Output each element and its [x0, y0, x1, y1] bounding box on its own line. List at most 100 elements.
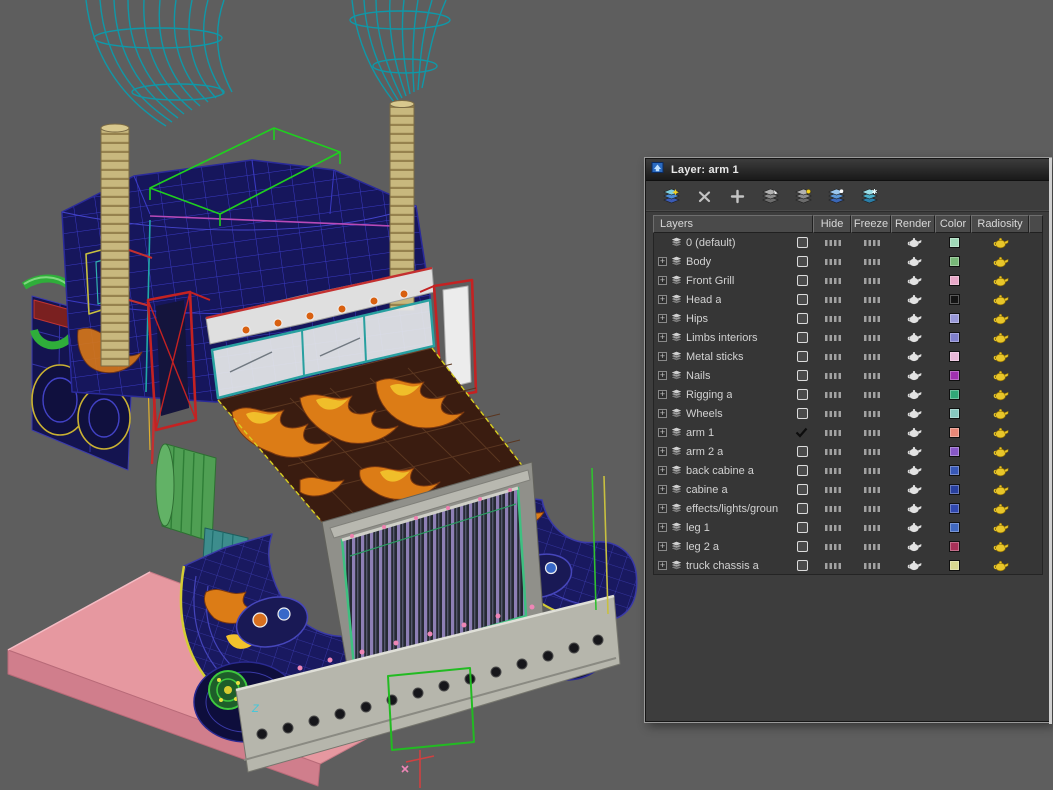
current-layer-toggle[interactable] [797, 484, 808, 495]
current-layer-toggle[interactable] [797, 294, 808, 305]
freeze-toggle[interactable] [852, 385, 892, 404]
radiosity-toggle[interactable] [972, 290, 1030, 309]
freeze-toggle[interactable] [852, 537, 892, 556]
color-swatch[interactable] [936, 271, 972, 290]
color-swatch[interactable] [936, 309, 972, 328]
current-layer-toggle[interactable] [797, 275, 808, 286]
color-swatch[interactable] [936, 442, 972, 461]
layer-row[interactable]: + arm 1 [654, 423, 1042, 442]
layer-row[interactable]: + Limbs interiors [654, 328, 1042, 347]
hide-toggle[interactable] [814, 328, 852, 347]
layer-row[interactable]: + Metal sticks [654, 347, 1042, 366]
color-swatch[interactable] [936, 499, 972, 518]
hide-unhide-all-layers-button[interactable] [823, 184, 850, 209]
radiosity-toggle[interactable] [972, 347, 1030, 366]
column-header-color[interactable]: Color [935, 215, 971, 233]
layer-name[interactable]: Rigging a [686, 389, 732, 401]
radiosity-toggle[interactable] [972, 328, 1030, 347]
hide-toggle[interactable] [814, 347, 852, 366]
freeze-toggle[interactable] [852, 423, 892, 442]
layer-row[interactable]: + cabine a [654, 480, 1042, 499]
expand-icon[interactable]: + [658, 352, 667, 361]
layer-row[interactable]: + Wheels [654, 404, 1042, 423]
hide-toggle[interactable] [814, 461, 852, 480]
layer-row[interactable]: + effects/lights/groun [654, 499, 1042, 518]
radiosity-toggle[interactable] [972, 499, 1030, 518]
current-layer-toggle[interactable] [797, 332, 808, 343]
current-layer-toggle[interactable] [797, 503, 808, 514]
current-layer-toggle[interactable] [797, 237, 808, 248]
freeze-toggle[interactable] [852, 556, 892, 574]
layer-name[interactable]: Metal sticks [686, 351, 743, 363]
expand-icon[interactable]: + [658, 504, 667, 513]
color-swatch[interactable] [936, 461, 972, 480]
color-swatch[interactable] [936, 423, 972, 442]
current-layer-toggle[interactable] [797, 408, 808, 419]
color-swatch[interactable] [936, 347, 972, 366]
layer-row[interactable]: + leg 1 [654, 518, 1042, 537]
layer-name[interactable]: Hips [686, 313, 708, 325]
render-toggle[interactable] [892, 442, 936, 461]
add-selection-to-layer-button[interactable] [724, 184, 751, 209]
hide-toggle[interactable] [814, 499, 852, 518]
freeze-toggle[interactable] [852, 366, 892, 385]
color-swatch[interactable] [936, 252, 972, 271]
expand-icon[interactable]: + [658, 523, 667, 532]
color-swatch[interactable] [936, 480, 972, 499]
freeze-toggle[interactable] [852, 499, 892, 518]
hide-toggle[interactable] [814, 290, 852, 309]
current-layer-toggle[interactable] [797, 465, 808, 476]
layer-row[interactable]: + truck chassis a [654, 556, 1042, 574]
color-swatch[interactable] [936, 537, 972, 556]
current-layer-toggle[interactable] [797, 446, 808, 457]
hide-toggle[interactable] [814, 271, 852, 290]
layer-row[interactable]: + Nails [654, 366, 1042, 385]
render-toggle[interactable] [892, 385, 936, 404]
highlight-selected-objects-layers-button[interactable] [790, 184, 817, 209]
current-layer-toggle[interactable] [797, 313, 808, 324]
layer-name[interactable]: Front Grill [686, 275, 734, 287]
layer-row[interactable]: + Body [654, 252, 1042, 271]
radiosity-toggle[interactable] [972, 385, 1030, 404]
layer-row[interactable]: + Front Grill [654, 271, 1042, 290]
layer-name[interactable]: arm 1 [686, 427, 714, 439]
layer-name[interactable]: 0 (default) [686, 237, 736, 249]
render-toggle[interactable] [892, 480, 936, 499]
column-header-render[interactable]: Render [891, 215, 935, 233]
color-swatch[interactable] [936, 404, 972, 423]
panel-titlebar[interactable]: Layer: arm 1 [646, 159, 1050, 181]
layer-row[interactable]: + back cabine a [654, 461, 1042, 480]
freeze-toggle[interactable] [852, 347, 892, 366]
hide-toggle[interactable] [814, 404, 852, 423]
freeze-toggle[interactable] [852, 233, 892, 252]
layer-name[interactable]: leg 1 [686, 522, 710, 534]
current-layer-toggle[interactable] [795, 427, 808, 438]
layer-row[interactable]: + Head a [654, 290, 1042, 309]
hide-toggle[interactable] [814, 366, 852, 385]
hide-toggle[interactable] [814, 537, 852, 556]
current-layer-toggle[interactable] [797, 389, 808, 400]
render-toggle[interactable] [892, 233, 936, 252]
layer-name[interactable]: back cabine a [686, 465, 754, 477]
color-swatch[interactable] [936, 290, 972, 309]
layer-name[interactable]: arm 2 a [686, 446, 723, 458]
hide-toggle[interactable] [814, 233, 852, 252]
render-toggle[interactable] [892, 328, 936, 347]
render-toggle[interactable] [892, 309, 936, 328]
column-header-hide[interactable]: Hide [813, 215, 851, 233]
current-layer-toggle[interactable] [797, 256, 808, 267]
hide-toggle[interactable] [814, 480, 852, 499]
current-layer-toggle[interactable] [797, 541, 808, 552]
freeze-toggle[interactable] [852, 290, 892, 309]
hide-toggle[interactable] [814, 423, 852, 442]
current-layer-toggle[interactable] [797, 370, 808, 381]
expand-icon[interactable]: + [658, 314, 667, 323]
layer-row[interactable]: + arm 2 a [654, 442, 1042, 461]
radiosity-toggle[interactable] [972, 442, 1030, 461]
create-new-layer-button[interactable] [658, 184, 685, 209]
radiosity-toggle[interactable] [972, 233, 1030, 252]
hide-toggle[interactable] [814, 442, 852, 461]
layer-name[interactable]: cabine a [686, 484, 728, 496]
hide-toggle[interactable] [814, 556, 852, 574]
expand-icon[interactable]: + [658, 390, 667, 399]
